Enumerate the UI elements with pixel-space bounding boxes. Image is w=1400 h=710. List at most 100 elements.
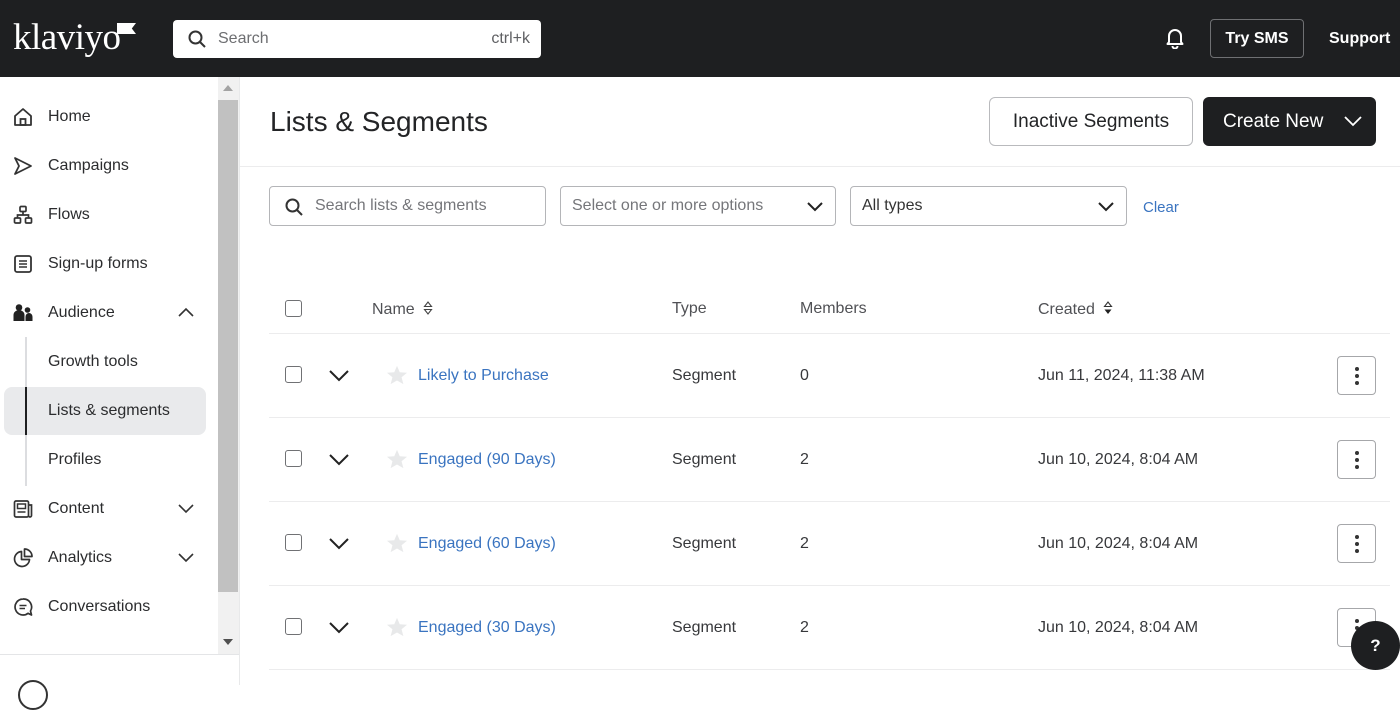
column-header-label: Name <box>372 301 415 318</box>
home-icon <box>14 108 32 126</box>
segment-name-link[interactable]: Likely to Purchase <box>418 367 549 385</box>
sidebar-item-label: Flows <box>48 206 90 223</box>
row-checkbox[interactable] <box>285 450 302 467</box>
expand-chevron-icon[interactable] <box>328 453 350 467</box>
type-select[interactable]: All types <box>850 186 1127 226</box>
row-divider <box>269 585 1390 586</box>
star-icon[interactable] <box>386 365 408 385</box>
type-cell: Segment <box>672 535 737 552</box>
clear-filters-link[interactable]: Clear <box>1143 199 1179 216</box>
search-shortcut: ctrl+k <box>491 30 530 47</box>
list-search-input[interactable]: Search lists & segments <box>269 186 546 226</box>
chat-icon <box>14 598 33 616</box>
sidebar-item-label: Analytics <box>48 549 113 566</box>
chevron-down-icon <box>178 504 194 514</box>
tags-select[interactable]: Select one or more options <box>560 186 836 226</box>
star-icon[interactable] <box>386 449 408 469</box>
type-cell: Segment <box>672 451 737 468</box>
expand-chevron-icon[interactable] <box>328 621 350 635</box>
search-icon <box>285 198 303 216</box>
sidebar-item-label: Audience <box>48 304 115 321</box>
flow-icon <box>13 205 33 224</box>
sidebar-scroll-thumb[interactable] <box>218 100 238 592</box>
support-link[interactable]: Support <box>1329 30 1390 48</box>
type-cell: Segment <box>672 619 737 636</box>
created-cell: Jun 10, 2024, 8:04 AM <box>1038 535 1199 552</box>
top-bar: klaviyo Search ctrl+k Try SMS Support <box>0 0 1400 77</box>
sidebar-item-signup-forms[interactable]: Sign-up forms <box>0 244 215 284</box>
sort-icon <box>423 301 433 315</box>
sort-descending-icon <box>1103 301 1113 314</box>
global-search-input[interactable]: Search ctrl+k <box>173 20 541 58</box>
sidebar-item-analytics[interactable]: Analytics <box>0 538 215 578</box>
inactive-segments-button[interactable]: Inactive Segments <box>989 97 1193 146</box>
row-checkbox[interactable] <box>285 534 302 551</box>
type-value: All types <box>862 197 923 214</box>
sidebar-item-growth-tools[interactable]: Growth tools <box>4 338 206 386</box>
row-actions-button[interactable] <box>1337 356 1376 395</box>
bell-icon[interactable] <box>1165 27 1185 49</box>
sidebar-item-label: Profiles <box>48 451 102 468</box>
scroll-down-arrow-icon[interactable] <box>223 639 233 645</box>
sidebar-item-label: Content <box>48 500 105 517</box>
row-actions-button[interactable] <box>1337 524 1376 563</box>
row-divider <box>269 669 1390 670</box>
column-header-created[interactable]: Created <box>1038 300 1113 319</box>
expand-chevron-icon[interactable] <box>328 537 350 551</box>
sidebar-item-campaigns[interactable]: Campaigns <box>0 146 215 186</box>
row-checkbox[interactable] <box>285 366 302 383</box>
sidebar-item-content[interactable]: Content <box>0 489 215 529</box>
scroll-up-arrow-icon[interactable] <box>223 85 233 91</box>
chevron-down-icon <box>1344 116 1362 127</box>
chevron-down-icon <box>178 553 194 563</box>
sidebar-item-profiles[interactable]: Profiles <box>4 436 206 484</box>
select-all-checkbox[interactable] <box>285 300 302 317</box>
header-divider <box>240 166 1400 167</box>
content-icon <box>13 500 33 518</box>
sidebar-item-lists-segments[interactable]: Lists & segments <box>4 387 206 435</box>
search-placeholder: Search <box>218 30 269 47</box>
segment-name-link[interactable]: Engaged (30 Days) <box>418 619 556 637</box>
create-new-label: Create New <box>1223 111 1324 132</box>
segment-name-link[interactable]: Engaged (90 Days) <box>418 451 556 469</box>
column-header-name[interactable]: Name <box>372 300 433 319</box>
logo-flag-icon <box>117 23 136 34</box>
page-title: Lists & Segments <box>270 106 488 137</box>
sidebar-item-label: Home <box>48 108 91 125</box>
column-header-type: Type <box>672 300 707 317</box>
audience-icon <box>13 304 33 321</box>
created-cell: Jun 10, 2024, 8:04 AM <box>1038 451 1199 468</box>
help-button[interactable]: ? <box>1351 621 1400 670</box>
analytics-icon <box>13 548 33 568</box>
members-cell: 2 <box>800 451 809 468</box>
column-header-members: Members <box>800 300 867 317</box>
sidebar-item-label: Campaigns <box>48 157 129 174</box>
send-icon <box>14 157 32 175</box>
sidebar-divider <box>0 654 239 655</box>
members-cell: 2 <box>800 619 809 636</box>
star-icon[interactable] <box>386 617 408 637</box>
chevron-down-icon <box>1098 202 1114 212</box>
search-icon <box>188 30 206 48</box>
sidebar-item-home[interactable]: Home <box>0 97 215 137</box>
column-header-label: Created <box>1038 301 1095 318</box>
expand-chevron-icon[interactable] <box>328 369 350 383</box>
members-cell: 0 <box>800 367 809 384</box>
try-sms-button[interactable]: Try SMS <box>1210 19 1304 58</box>
type-cell: Segment <box>672 367 737 384</box>
sidebar-item-audience[interactable]: Audience <box>0 293 215 333</box>
header-divider <box>269 333 1390 334</box>
row-divider <box>269 417 1390 418</box>
star-icon[interactable] <box>386 533 408 553</box>
members-cell: 2 <box>800 535 809 552</box>
sidebar-item-conversations[interactable]: Conversations <box>0 587 215 627</box>
sidebar-item-flows[interactable]: Flows <box>0 195 215 235</box>
row-actions-button[interactable] <box>1337 440 1376 479</box>
klaviyo-logo[interactable]: klaviyo <box>13 18 121 58</box>
create-new-button[interactable]: Create New <box>1203 97 1376 146</box>
row-checkbox[interactable] <box>285 618 302 635</box>
created-cell: Jun 11, 2024, 11:38 AM <box>1038 367 1205 384</box>
created-cell: Jun 10, 2024, 8:04 AM <box>1038 619 1199 636</box>
segment-name-link[interactable]: Engaged (60 Days) <box>418 535 556 553</box>
tags-placeholder: Select one or more options <box>572 197 764 214</box>
